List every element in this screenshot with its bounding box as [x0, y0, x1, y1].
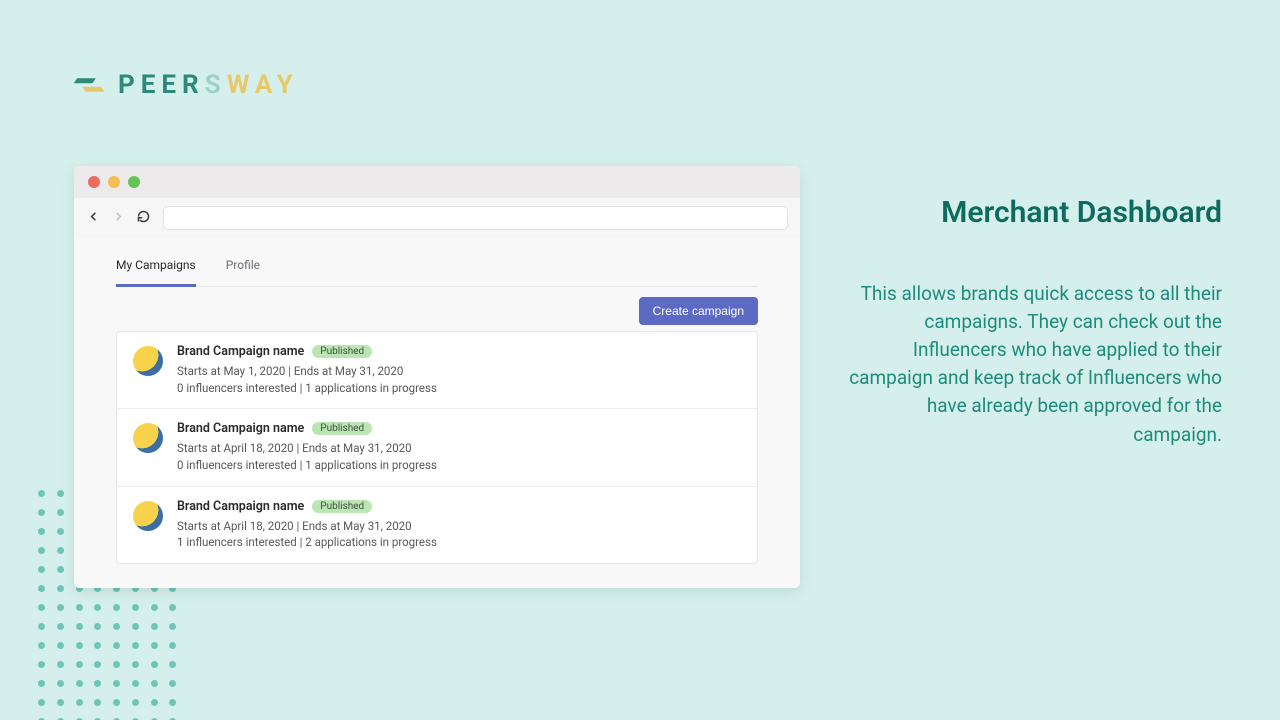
campaign-name: Brand Campaign name: [177, 344, 304, 359]
campaign-name: Brand Campaign name: [177, 421, 304, 436]
status-badge: Published: [312, 422, 372, 435]
browser-toolbar: [74, 198, 800, 238]
campaign-name: Brand Campaign name: [177, 499, 304, 514]
back-icon[interactable]: [86, 209, 101, 228]
logo-text-peer: PEER: [118, 70, 205, 100]
logo-text-s: S: [205, 70, 227, 100]
app-content: My Campaigns Profile Create campaign Bra…: [74, 238, 800, 588]
campaign-row[interactable]: Brand Campaign name Published Starts at …: [117, 487, 757, 563]
page-title: Merchant Dashboard: [844, 195, 1222, 230]
tab-profile[interactable]: Profile: [226, 248, 260, 286]
minimize-window-icon[interactable]: [108, 176, 120, 188]
campaign-dates: Starts at April 18, 2020 | Ends at May 3…: [177, 518, 741, 535]
campaign-meta: 0 influencers interested | 1 application…: [177, 457, 741, 474]
close-window-icon[interactable]: [88, 176, 100, 188]
window-titlebar: [74, 166, 800, 198]
status-badge: Published: [312, 345, 372, 358]
tab-my-campaigns[interactable]: My Campaigns: [116, 248, 196, 287]
create-row: Create campaign: [116, 297, 758, 325]
browser-window: My Campaigns Profile Create campaign Bra…: [74, 166, 800, 588]
tabs: My Campaigns Profile: [116, 248, 758, 287]
campaign-meta: 0 influencers interested | 1 application…: [177, 380, 741, 397]
campaign-row-body: Brand Campaign name Published Starts at …: [177, 421, 741, 473]
create-campaign-button[interactable]: Create campaign: [639, 297, 758, 325]
forward-icon[interactable]: [111, 209, 126, 228]
nav-buttons: [86, 209, 151, 228]
avatar: [133, 423, 163, 453]
page-description: This allows brands quick access to all t…: [844, 280, 1222, 449]
campaign-row[interactable]: Brand Campaign name Published Starts at …: [117, 409, 757, 486]
campaign-dates: Starts at April 18, 2020 | Ends at May 3…: [177, 440, 741, 457]
avatar: [133, 346, 163, 376]
peersway-logo: PEERSWAY: [72, 68, 299, 102]
logo-mark-icon: [72, 68, 106, 102]
campaign-meta: 1 influencers interested | 2 application…: [177, 534, 741, 551]
logo-text: PEERSWAY: [118, 70, 299, 100]
logo-text-way: WAY: [227, 70, 299, 100]
campaign-row-body: Brand Campaign name Published Starts at …: [177, 344, 741, 396]
status-badge: Published: [312, 500, 372, 513]
campaign-list: Brand Campaign name Published Starts at …: [116, 331, 758, 564]
maximize-window-icon[interactable]: [128, 176, 140, 188]
campaign-row-body: Brand Campaign name Published Starts at …: [177, 499, 741, 551]
avatar: [133, 501, 163, 531]
reload-icon[interactable]: [136, 209, 151, 228]
campaign-dates: Starts at May 1, 2020 | Ends at May 31, …: [177, 363, 741, 380]
address-bar[interactable]: [163, 206, 788, 230]
side-panel: Merchant Dashboard This allows brands qu…: [844, 195, 1222, 449]
campaign-row[interactable]: Brand Campaign name Published Starts at …: [117, 332, 757, 409]
